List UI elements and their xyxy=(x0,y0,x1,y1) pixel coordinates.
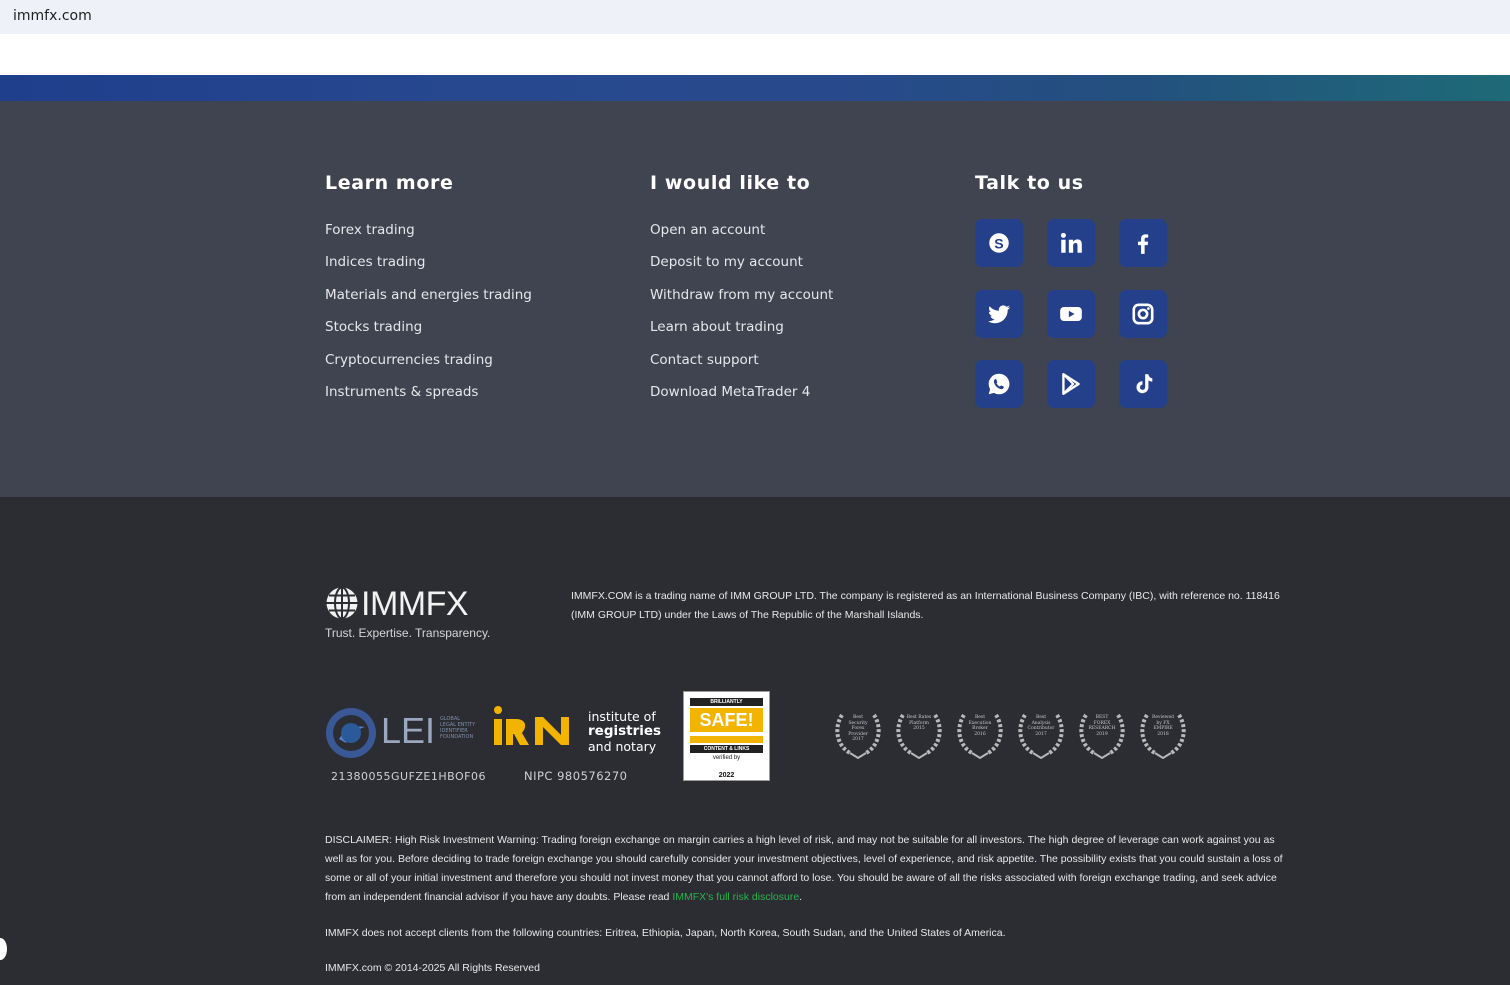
irn-line-1: institute of xyxy=(588,709,656,724)
nipc-number: NIPC 980576270 xyxy=(524,769,628,783)
irn-text: institute of registries and notary xyxy=(588,709,661,754)
logo-tagline: Trust. Expertise. Transparency. xyxy=(325,626,491,640)
link-cryptocurrencies-trading[interactable]: Cryptocurrencies trading xyxy=(325,352,532,384)
irn-logo-icon xyxy=(494,706,569,745)
lei-label: LEI xyxy=(381,710,436,751)
talk-to-us-title: Talk to us xyxy=(975,172,1084,194)
link-indices-trading[interactable]: Indices trading xyxy=(325,254,532,286)
award-1: Best Security Forex Provider 2017 xyxy=(832,707,884,761)
award-6: Reviewed by FX EMPIRE 2018 xyxy=(1137,707,1189,761)
irn-line-3: and notary xyxy=(588,739,657,754)
globe-icon xyxy=(326,586,358,620)
restricted-countries-notice: IMMFX does not accept clients from the f… xyxy=(325,927,1006,939)
link-materials-energies-trading[interactable]: Materials and energies trading xyxy=(325,287,532,319)
safe-year: 2022 xyxy=(718,772,735,779)
award-label: Reviewed by FX EMPIRE 2018 xyxy=(1151,715,1175,737)
irn-badge[interactable]: institute of registries and notary xyxy=(491,701,661,757)
safe-big-text: SAFE! xyxy=(690,708,763,732)
skype-icon: S xyxy=(989,233,1009,253)
tiktok-button[interactable] xyxy=(1119,360,1167,408)
link-deposit[interactable]: Deposit to my account xyxy=(650,254,833,286)
brilliantly-safe-badge[interactable]: BRILLIANTLY SAFE! CONTENT & LINKS verifi… xyxy=(683,691,770,781)
tiktok-icon xyxy=(1136,374,1153,394)
learn-more-title: Learn more xyxy=(325,172,454,194)
page-header-strip xyxy=(0,34,1510,75)
award-5: BEST FOREX RESEARCH 2019 xyxy=(1076,707,1128,761)
award-label: Best Analysis Contributor 2017 xyxy=(1027,715,1055,737)
google-play-button[interactable] xyxy=(1047,360,1095,408)
facebook-button[interactable] xyxy=(1119,219,1167,267)
twitter-icon xyxy=(988,305,1010,324)
safe-top-text: BRILLIANTLY xyxy=(690,698,763,706)
svg-text:S: S xyxy=(994,235,1003,251)
whatsapp-icon xyxy=(988,373,1010,395)
address-bar[interactable]: immfx.com xyxy=(0,0,1510,34)
link-contact-support[interactable]: Contact support xyxy=(650,352,833,384)
url-text[interactable]: immfx.com xyxy=(13,8,92,24)
twitter-button[interactable] xyxy=(975,290,1023,338)
link-withdraw[interactable]: Withdraw from my account xyxy=(650,287,833,319)
would-like-to-list: Open an account Deposit to my account Wi… xyxy=(650,222,833,416)
hero-banner-edge xyxy=(0,75,1510,101)
disclaimer-text: DISCLAIMER: High Risk Investment Warning… xyxy=(325,834,1283,903)
lei-code: 21380055GUFZE1HBOF06 xyxy=(331,770,486,783)
disclaimer-end: . xyxy=(799,891,803,903)
company-info: IMMFX.COM is a trading name of IMM GROUP… xyxy=(571,590,1280,621)
safe-verified-text: verified by xyxy=(712,755,741,761)
safe-content-text: CONTENT & LINKS xyxy=(690,745,763,753)
award-label: Best Rates Platform 2015 xyxy=(906,715,932,731)
linkedin-button[interactable] xyxy=(1047,219,1095,267)
award-label: BEST FOREX RESEARCH 2019 xyxy=(1088,715,1116,737)
award-label: Best Execution Broker 2016 xyxy=(968,715,992,737)
skype-button[interactable]: S xyxy=(975,219,1023,267)
link-learn-trading[interactable]: Learn about trading xyxy=(650,319,833,351)
awards-row: Best Security Forex Provider 2017 Best R… xyxy=(832,707,1192,763)
would-like-to-title: I would like to xyxy=(650,172,811,194)
award-label: Best Security Forex Provider 2017 xyxy=(848,715,868,742)
link-instruments-spreads[interactable]: Instruments & spreads xyxy=(325,384,532,416)
link-forex-trading[interactable]: Forex trading xyxy=(325,222,532,254)
lei-small-text: GLOBAL LEGAL ENTITY IDENTIFIER FOUNDATIO… xyxy=(440,716,476,740)
social-buttons-grid: S xyxy=(975,219,1167,409)
logo-wordmark: IMMFX xyxy=(361,585,469,623)
google-play-icon xyxy=(1062,373,1080,395)
instagram-icon xyxy=(1132,303,1154,325)
link-stocks-trading[interactable]: Stocks trading xyxy=(325,319,532,351)
safe-stripe xyxy=(690,736,763,743)
risk-disclaimer: DISCLAIMER: High Risk Investment Warning… xyxy=(325,831,1285,907)
facebook-icon xyxy=(1138,234,1149,254)
youtube-icon xyxy=(1060,306,1082,322)
risk-disclosure-link[interactable]: IMMFX's full risk disclosure xyxy=(672,891,799,903)
lei-badge[interactable]: LEI GLOBAL LEGAL ENTITY IDENTIFIER FOUND… xyxy=(325,706,485,761)
award-3: Best Execution Broker 2016 xyxy=(954,707,1006,761)
instagram-button[interactable] xyxy=(1119,290,1167,338)
learn-more-list: Forex trading Indices trading Materials … xyxy=(325,222,532,416)
lei-globe-icon xyxy=(326,708,376,758)
footer-links-section: Learn more Forex trading Indices trading… xyxy=(0,101,1510,497)
whatsapp-button[interactable] xyxy=(975,360,1023,408)
irn-line-2: registries xyxy=(588,723,662,739)
award-2: Best Rates Platform 2015 xyxy=(893,707,945,761)
link-download-mt4[interactable]: Download MetaTrader 4 xyxy=(650,384,833,416)
footer-legal-section: IMMFX Trust. Expertise. Transparency. IM… xyxy=(0,497,1510,985)
award-4: Best Analysis Contributor 2017 xyxy=(1015,707,1067,761)
linkedin-icon xyxy=(1060,232,1082,253)
copyright: IMMFX.com © 2014-2025 All Rights Reserve… xyxy=(325,962,540,974)
link-open-account[interactable]: Open an account xyxy=(650,222,833,254)
youtube-button[interactable] xyxy=(1047,290,1095,338)
